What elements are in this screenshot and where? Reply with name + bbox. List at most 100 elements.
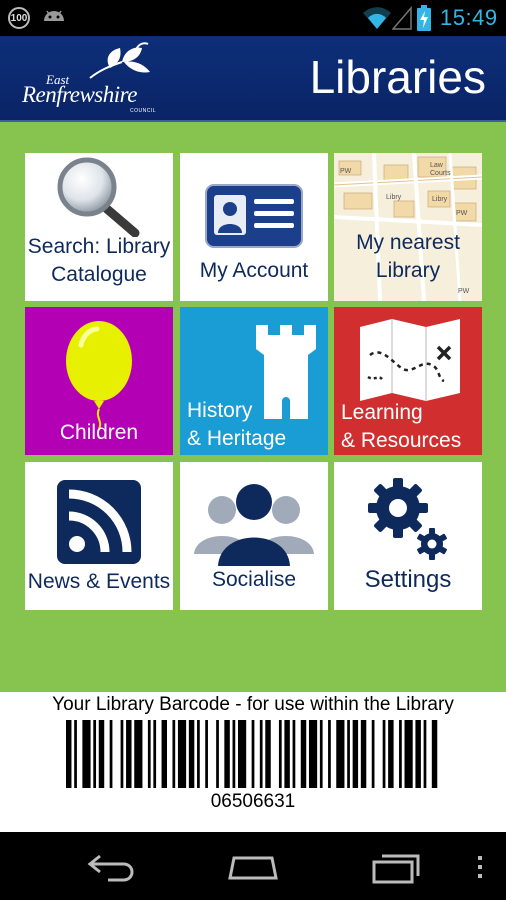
- cell-signal-icon: [392, 6, 412, 30]
- map-label: PW: [458, 288, 470, 295]
- map-label: Courts: [430, 170, 451, 177]
- barcode-bar: [177, 720, 187, 788]
- barcode-bar: [399, 720, 402, 788]
- barcode-bar: [328, 720, 331, 788]
- tile-label: Library: [375, 259, 441, 282]
- tile-label: & Resources: [341, 429, 462, 452]
- library-barcode-panel: Your Library Barcode - for use within th…: [0, 692, 506, 832]
- barcode-bar: [237, 720, 247, 788]
- back-icon[interactable]: [86, 850, 140, 884]
- gears-icon: [368, 478, 447, 560]
- tile-label: Socialise: [211, 568, 297, 591]
- barcode-bar: [300, 720, 307, 788]
- tile-settings[interactable]: Settings: [334, 462, 482, 610]
- barcode-bar: [319, 720, 323, 788]
- barcode-bar: [336, 720, 345, 788]
- tile-history-heritage[interactable]: History & Heritage: [180, 307, 328, 455]
- id-card-icon: [205, 184, 303, 248]
- barcode-bar: [431, 720, 438, 788]
- treasure-map-icon: [360, 319, 460, 401]
- barcode-bar: [205, 720, 208, 788]
- barcode-bar: [82, 720, 91, 788]
- barcode-bar: [388, 720, 394, 788]
- barcode-bar: [382, 720, 386, 788]
- barcode-bar: [120, 720, 124, 788]
- barcode-bar: [284, 720, 290, 788]
- barcode-bar: [153, 720, 157, 788]
- tile-label: Search: Library: [27, 235, 171, 258]
- clock: 15:49: [440, 5, 498, 30]
- barcode-bar: [172, 720, 176, 788]
- magnifier-icon: [57, 157, 140, 237]
- system-nav-bar: [0, 832, 506, 900]
- tile-learning-resources[interactable]: Learning & Resources: [334, 307, 482, 455]
- app-header: East Renfrewshire COUNCIL Libraries: [0, 36, 506, 122]
- tile-socialise[interactable]: Socialise: [180, 462, 328, 610]
- barcode-number: 06506631: [210, 791, 296, 812]
- battery-charging-icon: [417, 5, 431, 31]
- home-icon[interactable]: [226, 850, 280, 884]
- barcode-bar: [232, 720, 236, 788]
- status-bar: 100 15:49: [0, 0, 506, 36]
- map-label: PW: [340, 168, 352, 175]
- barcode-bar: [423, 720, 427, 788]
- page-title: Libraries: [309, 51, 486, 103]
- barcode-bar: [251, 720, 255, 788]
- tile-label: Learning: [341, 401, 423, 424]
- tile-label: Children: [59, 421, 139, 444]
- logo-text-council: COUNCIL: [130, 108, 157, 114]
- barcode-image: [66, 720, 438, 788]
- recent-apps-icon[interactable]: [370, 850, 424, 884]
- barcode-bar: [161, 720, 168, 788]
- balloon-icon: [66, 321, 132, 429]
- rss-feed-icon: [57, 480, 141, 564]
- tile-label: Settings: [364, 566, 452, 593]
- tile-nearest-library[interactable]: PW Libry Law Courts Libry PW PW My neare…: [334, 153, 482, 301]
- barcode-bar: [197, 720, 200, 788]
- tile-grid: Search: Library Catalogue My Account PW …: [0, 122, 506, 692]
- barcode-bar: [188, 720, 195, 788]
- council-logo: East Renfrewshire COUNCIL: [18, 40, 168, 116]
- tile-label: & Heritage: [187, 427, 287, 450]
- barcode-bar: [415, 720, 421, 788]
- barcode-bar: [360, 720, 367, 788]
- barcode-bar: [147, 720, 151, 788]
- barcode-bar: [66, 720, 72, 788]
- barcode-bar: [278, 720, 282, 788]
- tile-label: My nearest: [356, 231, 460, 254]
- wifi-icon: [363, 7, 391, 29]
- tile-children[interactable]: Children: [25, 307, 173, 455]
- barcode-bar: [352, 720, 359, 788]
- barcode-bar: [259, 720, 263, 788]
- map-label: Law: [430, 162, 444, 169]
- tile-news-events[interactable]: News & Events: [25, 462, 173, 610]
- map-label: PW: [456, 210, 468, 217]
- tile-search-catalogue[interactable]: Search: Library Catalogue: [25, 153, 173, 301]
- tile-label: Catalogue: [51, 263, 147, 286]
- menu-icon[interactable]: [472, 850, 488, 884]
- barcode-bar: [134, 720, 143, 788]
- map-label: Libry: [432, 196, 448, 203]
- barcode-bar: [109, 720, 113, 788]
- android-icon: [44, 10, 64, 21]
- barcode-bar: [265, 720, 271, 788]
- notification-badge-icon: 100: [8, 7, 30, 29]
- barcode-bar: [98, 720, 105, 788]
- barcode-bar: [126, 720, 132, 788]
- barcode-caption: Your Library Barcode - for use within th…: [52, 694, 454, 715]
- barcode-bar: [404, 720, 413, 788]
- barcode-bar: [347, 720, 350, 788]
- tile-label: News & Events: [27, 570, 171, 593]
- leaf-emblem-icon: [89, 42, 150, 79]
- people-group-icon: [194, 484, 314, 566]
- barcode-bar: [93, 720, 97, 788]
- map-label: Libry: [386, 194, 402, 201]
- tile-label: History: [187, 399, 253, 422]
- barcode-bar: [216, 720, 219, 788]
- barcode-bar: [308, 720, 318, 788]
- tile-my-account[interactable]: My Account: [180, 153, 328, 301]
- barcode-bar: [371, 720, 375, 788]
- barcode-bar: [224, 720, 230, 788]
- tile-label: My Account: [199, 259, 309, 282]
- barcode-bar: [74, 720, 77, 788]
